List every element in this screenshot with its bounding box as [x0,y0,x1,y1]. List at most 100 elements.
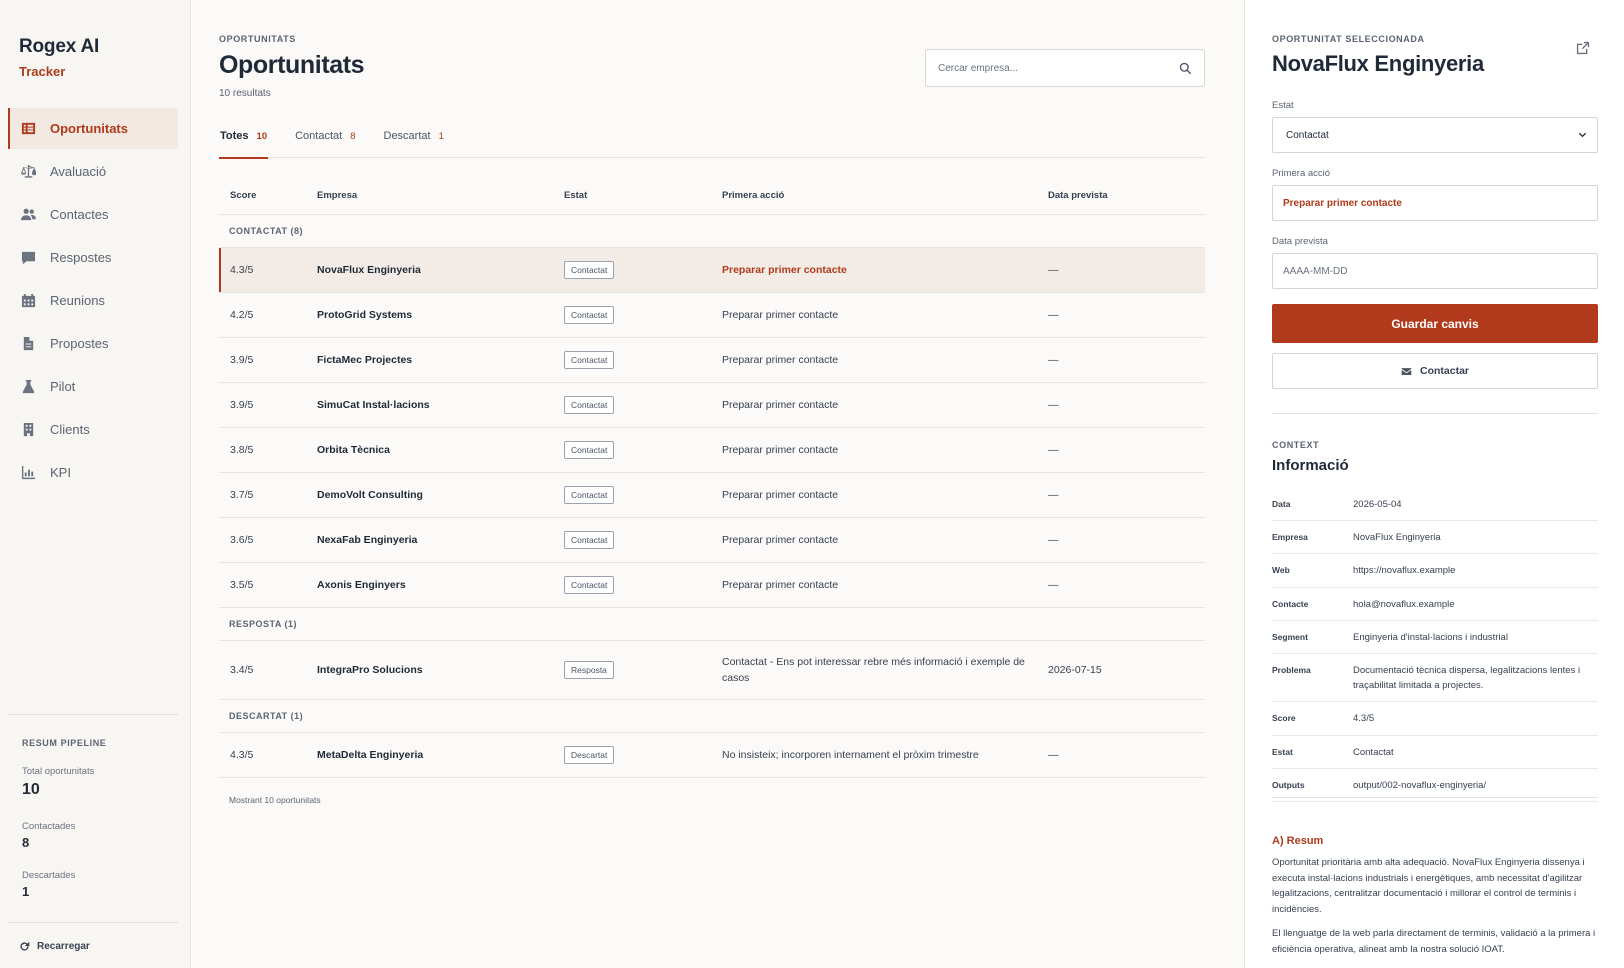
accio-field[interactable]: Preparar primer contacte [1272,185,1598,221]
sidebar-item-avaluacio[interactable]: Avaluació [8,151,178,192]
cell-data: 2026-07-15 [1048,664,1102,676]
tab-contactat[interactable]: Contactat 8 [294,120,356,158]
cell-score: 3.9/5 [230,399,254,411]
cell-score: 4.2/5 [230,309,254,321]
sidebar-item-oportunitats[interactable]: Oportunitats [8,108,178,149]
tab-count: 1 [438,131,444,142]
column-header-estat[interactable]: Estat [564,190,722,201]
pipeline-total-label: Total oportunitats [22,766,95,777]
chevron-down-icon [1578,132,1587,137]
tab-descartat[interactable]: Descartat 1 [383,120,445,158]
cell-data: — [1048,264,1059,276]
table-row[interactable]: 4.2/5 ProtoGrid Systems Contactat Prepar… [219,293,1205,338]
cell-data: — [1048,354,1059,366]
table-row[interactable]: 3.8/5 Orbita Tècnica Contactat Preparar … [219,428,1205,473]
table-row[interactable]: 3.4/5 IntegraPro Solucions Resposta Cont… [219,641,1205,700]
cell-score: 4.3/5 [230,749,254,761]
main-content: Oportunitats Oportunitats 10 resultats T… [191,0,1244,968]
cell-score: 3.9/5 [230,354,254,366]
cell-estat: Contactat [564,306,722,324]
sidebar-item-contactes[interactable]: Contactes [8,194,178,235]
context-eyebrow: Context [1272,440,1320,450]
reload-label: Recarregar [37,941,90,952]
info-value: NovaFlux Enginyeria [1353,532,1441,544]
status-badge: Contactat [564,441,615,459]
refresh-icon [20,941,30,951]
users-icon [20,207,36,223]
table-row[interactable]: 3.9/5 SimuCat Instal·lacions Contactat P… [219,383,1205,428]
panel-divider [1272,797,1598,798]
info-key: Problema [1272,664,1311,675]
sidebar-divider [8,922,178,923]
cell-empresa: NovaFlux Enginyeria [317,264,421,276]
sidebar-divider [8,714,178,715]
cell-accio: Preparar primer contacte [722,488,839,501]
column-header-accio[interactable]: Primera acció [722,190,1048,201]
pipeline-discarded-value: 1 [22,884,30,899]
cell-score: 3.8/5 [230,444,254,456]
table-row[interactable]: 3.5/5 Axonis Enginyers Contactat Prepara… [219,563,1205,608]
save-button[interactable]: Guardar canvis [1272,304,1598,343]
cell-accio: No insisteix; incorporen internament el … [722,748,979,761]
info-key: Contacte [1272,598,1309,609]
tab-totes[interactable]: Totes 10 [219,120,269,159]
column-header-empresa[interactable]: Empresa [317,190,564,201]
scale-icon [20,164,36,180]
cell-accio: Contactat - Ens pot interessar rebre més… [722,655,1025,684]
info-key: Empresa [1272,532,1308,543]
sidebar-item-label: Propostes [50,336,109,351]
detail-panel: Oportunitat seleccionada NovaFlux Enginy… [1244,0,1624,968]
info-value: Enginyeria d'instal·lacions i industrial [1353,631,1508,643]
table-row[interactable]: 4.3/5 MetaDelta Enginyeria Descartat No … [219,733,1205,778]
estat-label: Estat [1272,100,1294,111]
resum-paragraph: El llenguatge de la web parla directamen… [1272,928,1596,955]
file-icon [20,336,36,352]
flask-icon [20,379,36,395]
info-key: Data [1272,499,1291,509]
table-row[interactable]: 4.3/5 NovaFlux Enginyeria Contactat Prep… [219,248,1205,293]
sidebar-item-reunions[interactable]: Reunions [8,280,178,321]
sidebar-item-propostes[interactable]: Propostes [8,323,178,364]
column-header-score[interactable]: Score [219,190,317,201]
data-prevista-field[interactable] [1272,253,1598,289]
sidebar-item-respostes[interactable]: Respostes [8,237,178,278]
info-key: Segment [1272,631,1308,642]
contact-button[interactable]: Contactar [1272,353,1598,389]
tab-count: 8 [350,131,356,142]
cell-empresa: DemoVolt Consulting [317,489,423,501]
cell-empresa: Axonis Enginyers [317,579,406,591]
table-row[interactable]: 3.6/5 NexaFab Enginyeria Contactat Prepa… [219,518,1205,563]
bar-chart-icon [20,465,36,481]
reload-button[interactable]: Recarregar [19,941,90,952]
cell-estat: Contactat [564,486,722,504]
cell-accio: Preparar primer contacte [722,578,839,591]
estat-select-value: Contactat [1286,129,1329,141]
search-icon[interactable] [1179,62,1192,75]
cell-score: 3.6/5 [230,534,254,546]
table-row[interactable]: 3.9/5 FictaMec Projectes Contactat Prepa… [219,338,1205,383]
estat-select[interactable]: Contactat [1272,117,1598,153]
cell-data: — [1048,399,1059,411]
info-value[interactable]: https://novaflux.example [1353,563,1598,578]
brand-subtitle: Tracker [19,64,66,79]
tab-label: Contactat [295,130,343,142]
table-row[interactable]: 3.7/5 DemoVolt Consulting Contactat Prep… [219,473,1205,518]
group-header: Descartat (1) [219,700,1205,733]
search-input[interactable] [938,62,1179,74]
info-value: Contactat [1353,746,1394,758]
cell-score: 3.5/5 [230,579,254,591]
cell-data: — [1048,309,1059,321]
info-key: Web [1272,565,1290,576]
page-title: Oportunitats [219,51,365,79]
external-link-icon[interactable] [1576,41,1591,56]
page-eyebrow: Oportunitats [219,34,296,44]
info-value: Documentació tècnica dispersa, legalitza… [1353,664,1581,692]
info-value[interactable]: hola@novaflux.example [1353,597,1598,612]
sidebar-item-clients[interactable]: Clients [8,409,178,450]
sidebar-item-pilot[interactable]: Pilot [8,366,178,407]
sidebar-item-kpi[interactable]: KPI [8,452,178,493]
accio-label: Primera acció [1272,168,1331,179]
cell-empresa: MetaDelta Enginyeria [317,749,424,761]
column-header-data[interactable]: Data prevista [1048,190,1205,201]
results-count: 10 resultats [219,88,271,99]
